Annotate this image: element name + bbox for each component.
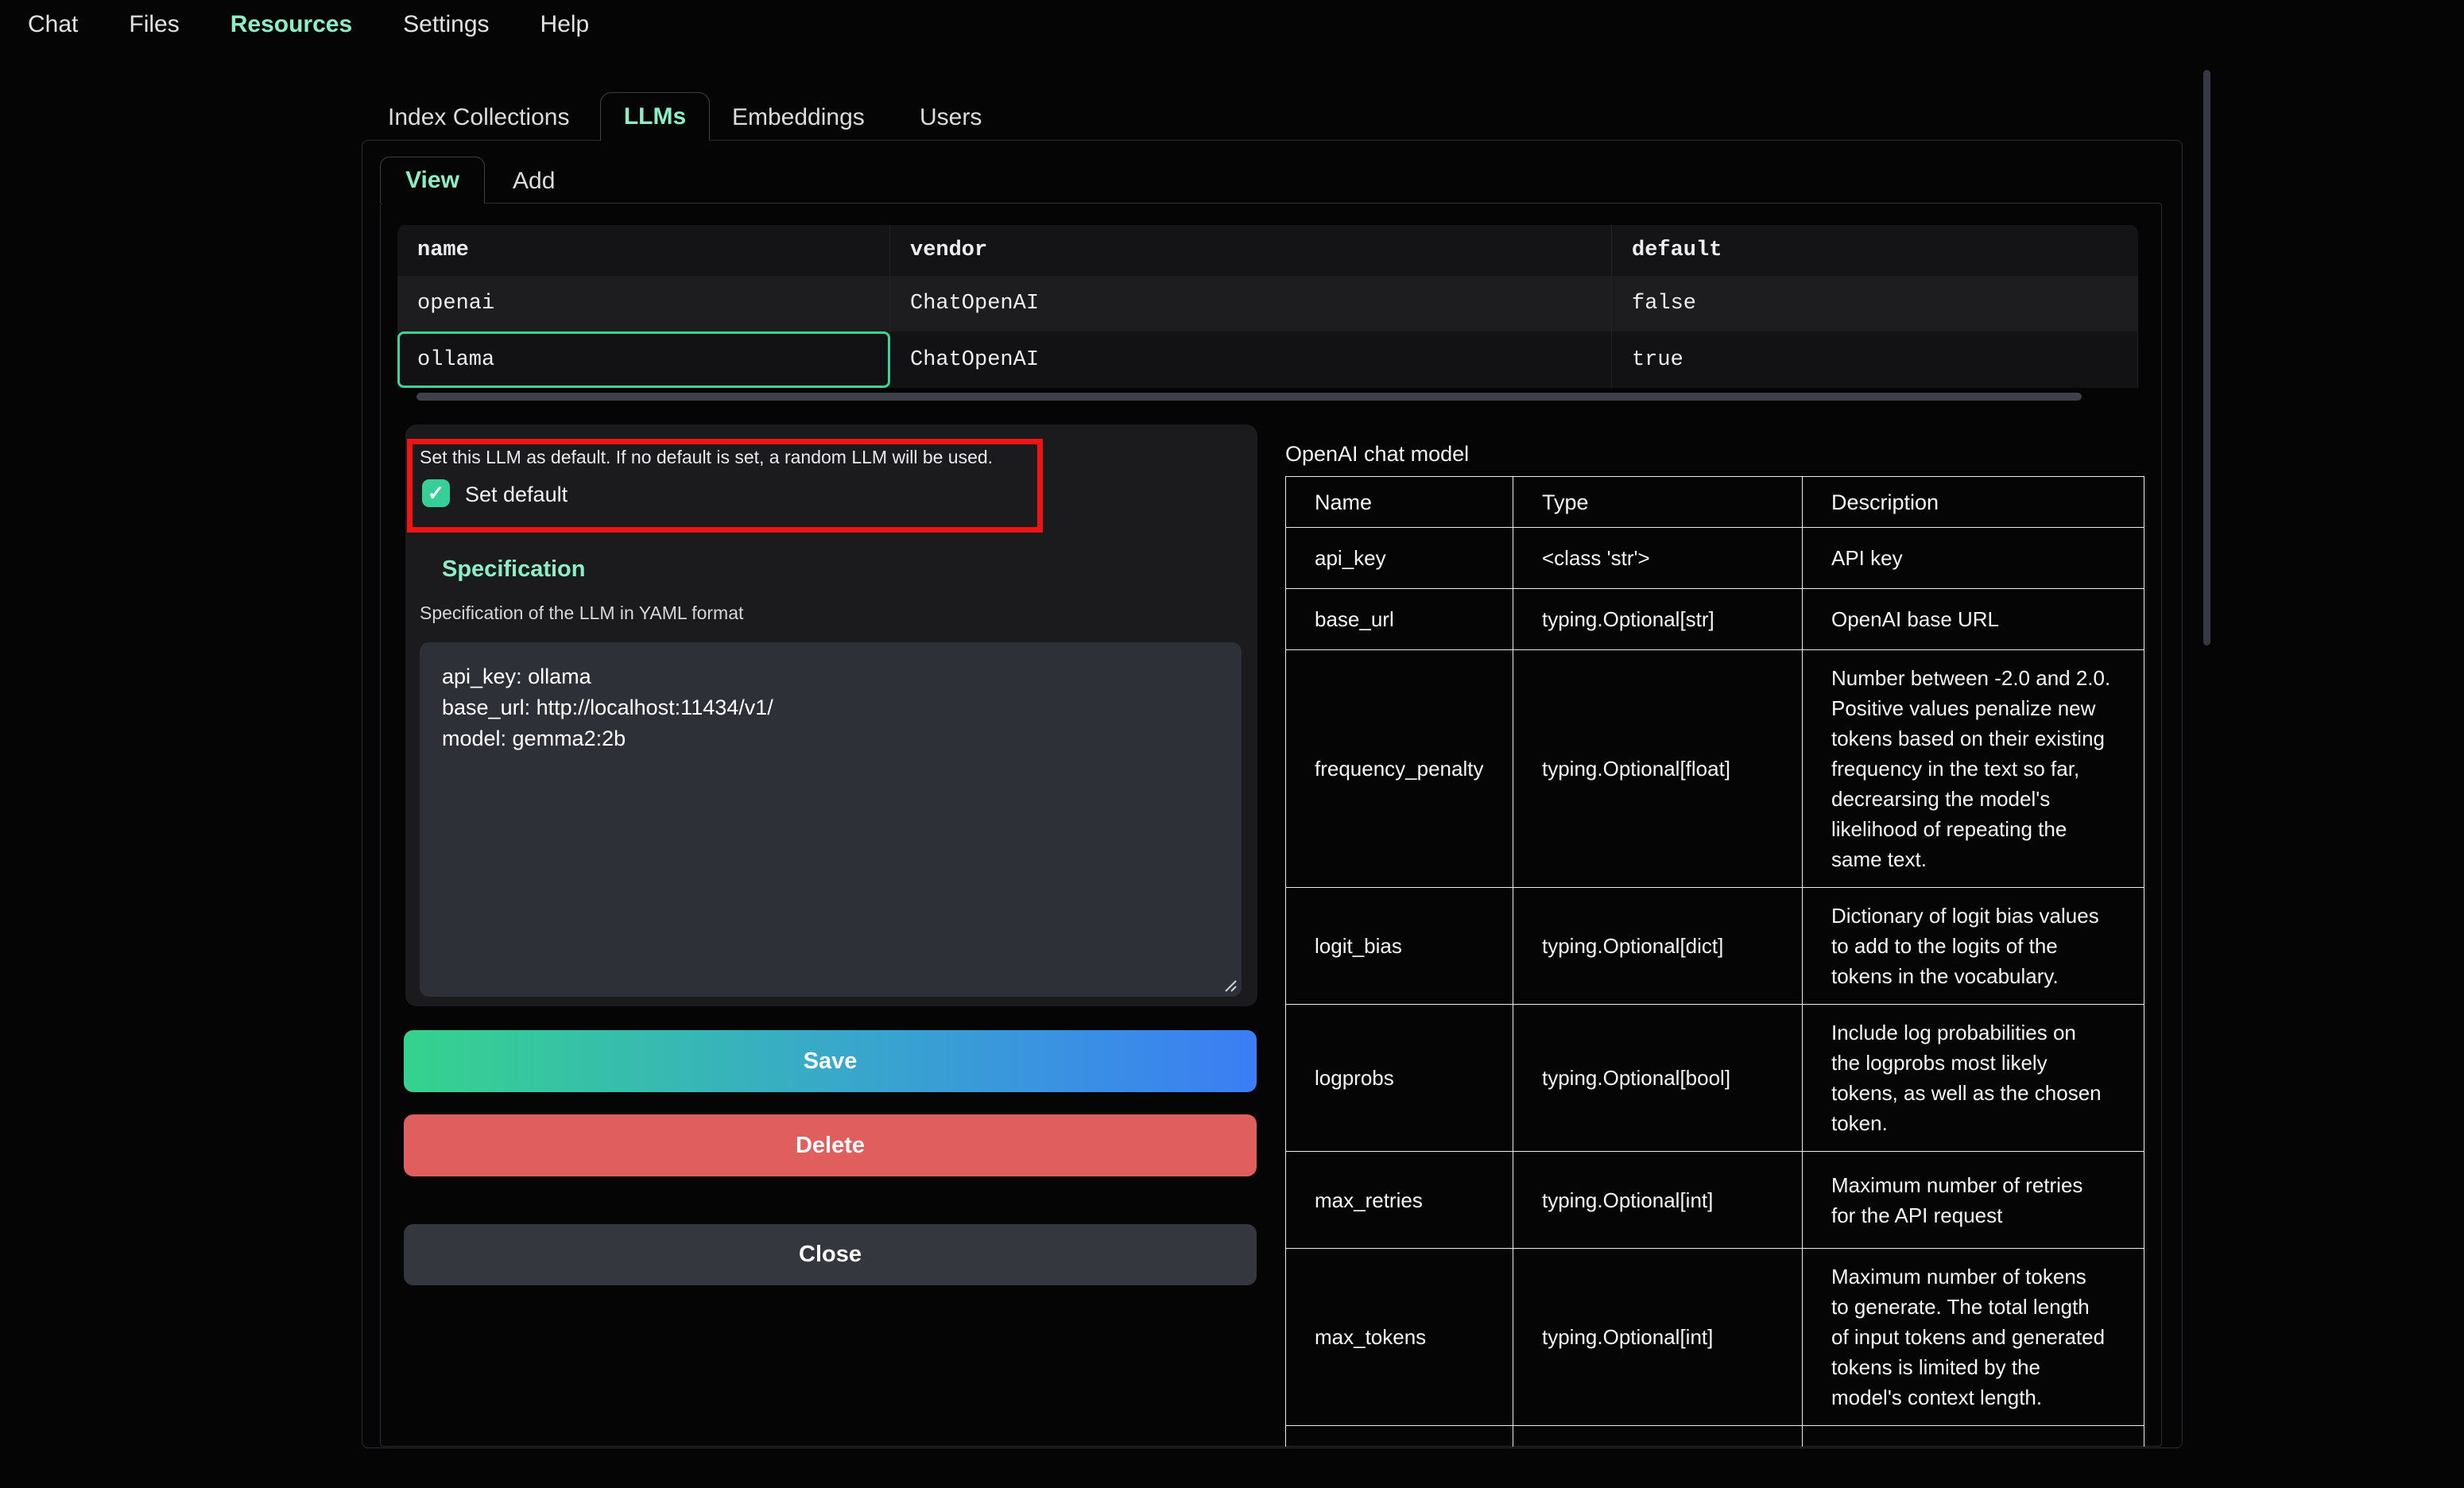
nav-item-resources[interactable]: Resources: [231, 11, 352, 38]
doc-cell-name: max_tokens: [1286, 1249, 1513, 1426]
doc-cell-description: Maximum number of retries for the API re…: [1803, 1152, 2144, 1249]
doc-cell-type: typing.Optional[dict]: [1513, 888, 1803, 1005]
doc-row-max-retries: max_retries typing.Optional[int] Maximum…: [1286, 1152, 2144, 1249]
doc-cell-type: [1513, 1426, 1803, 1447]
doc-cell-name: api_key: [1286, 528, 1513, 589]
top-nav: Chat Files Resources Settings Help: [0, 0, 589, 49]
doc-cell-type: <class 'str'>: [1513, 528, 1803, 589]
doc-cell-description: OpenAI base URL: [1803, 589, 2144, 650]
doc-col-type: Type: [1513, 477, 1803, 528]
delete-button[interactable]: Delete: [404, 1114, 1257, 1176]
checkmark-icon: ✓: [428, 481, 445, 506]
doc-col-name: Name: [1286, 477, 1513, 528]
nav-item-chat[interactable]: Chat: [28, 11, 78, 38]
llm-col-header-default: default: [1612, 225, 2138, 276]
llm-cell-default[interactable]: true: [1612, 331, 2138, 388]
doc-cell-name: logprobs: [1286, 1005, 1513, 1152]
llm-table: name vendor default openai ChatOpenAI fa…: [397, 225, 2138, 388]
specification-heading: Specification: [442, 556, 586, 583]
doc-cell-name: frequency_penalty: [1286, 650, 1513, 888]
llm-row-ollama[interactable]: ollama ChatOpenAI true: [397, 331, 2138, 388]
doc-cell-description: API key: [1803, 528, 2144, 589]
llm-cell-default[interactable]: false: [1612, 276, 2138, 331]
doc-row-partial: [1286, 1426, 2144, 1447]
doc-cell-type: typing.Optional[str]: [1513, 589, 1803, 650]
llm-detail-card: Set this LLM as default. If no default i…: [405, 424, 1257, 1006]
doc-cell-description: Maximum number of tokens to generate. Th…: [1803, 1249, 2144, 1426]
doc-cell-type: typing.Optional[int]: [1513, 1152, 1803, 1249]
set-default-label: Set default: [465, 482, 568, 507]
doc-cell-type: typing.Optional[int]: [1513, 1249, 1803, 1426]
vertical-scrollbar[interactable]: [2203, 70, 2210, 645]
resize-handle-icon[interactable]: [1222, 978, 1237, 992]
doc-row-logit-bias: logit_bias typing.Optional[dict] Diction…: [1286, 888, 2144, 1005]
llm-row-openai[interactable]: openai ChatOpenAI false: [397, 276, 2138, 331]
specification-hint: Specification of the LLM in YAML format: [420, 603, 743, 624]
llm-cell-vendor[interactable]: ChatOpenAI: [890, 331, 1612, 388]
doc-col-description: Description: [1803, 477, 2144, 528]
doc-row-frequency-penalty: frequency_penalty typing.Optional[float]…: [1286, 650, 2144, 888]
subtab-add[interactable]: Add: [513, 168, 555, 195]
doc-cell-name: logit_bias: [1286, 888, 1513, 1005]
doc-cell-description: Number between -2.0 and 2.0. Positive va…: [1803, 650, 2144, 888]
nav-item-help[interactable]: Help: [540, 11, 590, 38]
llm-cell-name-selected[interactable]: ollama: [397, 331, 890, 388]
horizontal-scrollbar[interactable]: [416, 393, 2082, 401]
nav-item-files[interactable]: Files: [129, 11, 179, 38]
tab-embeddings[interactable]: Embeddings: [732, 104, 865, 131]
doc-cell-description: Include log probabilities on the logprob…: [1803, 1005, 2144, 1152]
model-doc-table-wrap: Name Type Description api_key <class 'st…: [1285, 476, 2145, 1447]
llm-table-header-row: name vendor default: [397, 225, 2138, 276]
doc-cell-description: Dictionary of logit bias values to add t…: [1803, 888, 2144, 1005]
set-default-checkbox[interactable]: ✓: [422, 479, 450, 507]
tab-index-collections[interactable]: Index Collections: [388, 104, 569, 131]
doc-row-base-url: base_url typing.Optional[str] OpenAI bas…: [1286, 589, 2144, 650]
doc-cell-name: max_retries: [1286, 1152, 1513, 1249]
default-description: Set this LLM as default. If no default i…: [420, 447, 1032, 468]
model-doc-table: Name Type Description api_key <class 'st…: [1285, 476, 2144, 1447]
llm-col-header-name: name: [397, 225, 890, 276]
doc-row-api-key: api_key <class 'str'> API key: [1286, 528, 2144, 589]
subtab-view-label: View: [405, 167, 459, 194]
doc-cell-name: base_url: [1286, 589, 1513, 650]
model-panel-title: OpenAI chat model: [1285, 442, 1469, 467]
doc-row-logprobs: logprobs typing.Optional[bool] Include l…: [1286, 1005, 2144, 1152]
doc-cell-type: typing.Optional[bool]: [1513, 1005, 1803, 1152]
doc-header-row: Name Type Description: [1286, 477, 2144, 528]
doc-cell-name: [1286, 1426, 1513, 1447]
subtab-view[interactable]: View: [380, 157, 485, 203]
doc-row-max-tokens: max_tokens typing.Optional[int] Maximum …: [1286, 1249, 2144, 1426]
yaml-spec-textarea[interactable]: api_key: ollama base_url: http://localho…: [420, 642, 1242, 997]
tab-llms-label: LLMs: [624, 103, 686, 130]
tab-users[interactable]: Users: [920, 104, 982, 131]
doc-cell-type: typing.Optional[float]: [1513, 650, 1803, 888]
save-button[interactable]: Save: [404, 1030, 1257, 1092]
doc-cell-description: [1803, 1426, 2144, 1447]
app-screen: Chat Files Resources Settings Help Index…: [0, 0, 2464, 1488]
nav-item-settings[interactable]: Settings: [403, 11, 489, 38]
llm-col-header-vendor: vendor: [890, 225, 1612, 276]
llm-cell-vendor[interactable]: ChatOpenAI: [890, 276, 1612, 331]
llm-cell-name[interactable]: openai: [397, 276, 890, 331]
tab-llms[interactable]: LLMs: [600, 92, 710, 141]
close-button[interactable]: Close: [404, 1224, 1257, 1285]
